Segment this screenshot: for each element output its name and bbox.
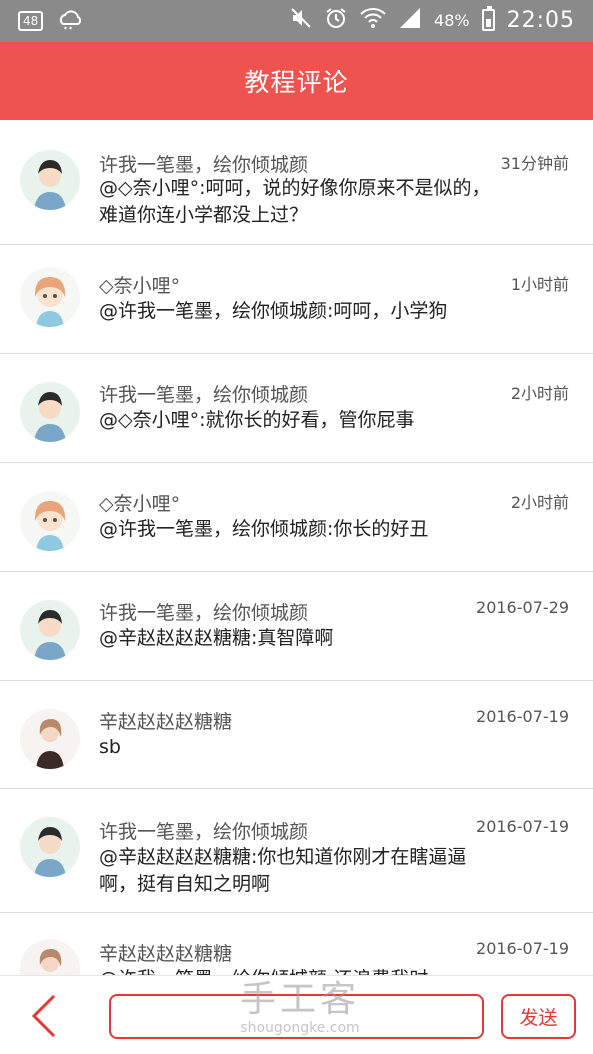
- battery-percent: 48%: [434, 10, 470, 30]
- comment-item[interactable]: 许我一笔墨，绘你倾城颜 2016-07-29 @辛赵赵赵赵糖糖:真智障啊: [0, 572, 593, 681]
- mute-icon: [290, 7, 312, 33]
- send-button[interactable]: 发送: [501, 994, 576, 1039]
- battery-icon: [481, 6, 495, 31]
- comment-footer: 发送: [0, 975, 593, 1054]
- comment-author[interactable]: 辛赵赵赵赵糖糖: [99, 939, 232, 966]
- comment-time: 2小时前: [510, 493, 569, 512]
- comment-text: sb: [99, 736, 121, 758]
- user-avatar[interactable]: [20, 150, 80, 210]
- comment-list[interactable]: 许我一笔墨，绘你倾城颜 31分钟前 @◇奈小哩°:呵呵，说的好像你原来不是似的，…: [0, 120, 593, 975]
- comment-item[interactable]: 辛赵赵赵赵糖糖 2016-07-19 @许我一笔墨，绘你倾城颜:还浪费我时: [0, 913, 593, 975]
- comment-author[interactable]: 许我一笔墨，绘你倾城颜: [99, 150, 308, 177]
- comment-time: 2016-07-19: [476, 707, 569, 726]
- status-time: 22:05: [506, 7, 575, 33]
- page-title: 教程评论: [244, 68, 349, 97]
- user-avatar[interactable]: [20, 817, 80, 877]
- comment-time: 2小时前: [510, 384, 569, 403]
- user-avatar[interactable]: [20, 939, 80, 975]
- comment-text: @辛赵赵赵赵糖糖:真智障啊: [99, 627, 334, 649]
- comment-time: 1小时前: [510, 275, 569, 294]
- user-avatar[interactable]: [20, 491, 80, 551]
- comment-text: @◇奈小哩°:呵呵，说的好像你原来不是似的，难道你连小学都没上过？: [99, 177, 491, 226]
- comment-time: 2016-07-19: [476, 939, 569, 958]
- user-avatar[interactable]: [20, 382, 80, 442]
- comment-author[interactable]: 许我一笔墨，绘你倾城颜: [99, 598, 308, 625]
- user-avatar[interactable]: [20, 267, 80, 327]
- status-bar: 48 48% 22:05: [0, 0, 593, 42]
- wifi-icon: [360, 7, 386, 33]
- comment-item[interactable]: 辛赵赵赵赵糖糖 2016-07-19 sb: [0, 681, 593, 789]
- comment-text: @许我一笔墨，绘你倾城颜:你长的好丑: [99, 518, 429, 540]
- app-header: 教程评论: [0, 42, 593, 120]
- comment-item[interactable]: 许我一笔墨，绘你倾城颜 2016-07-19 @辛赵赵赵赵糖糖:你也知道你刚才在…: [0, 789, 593, 913]
- comment-text: @许我一笔墨，绘你倾城颜:还浪费我时: [99, 966, 499, 975]
- comment-author[interactable]: 辛赵赵赵赵糖糖: [99, 707, 232, 734]
- comment-time: 2016-07-19: [476, 817, 569, 836]
- user-avatar[interactable]: [20, 600, 80, 660]
- signal-icon: [398, 7, 422, 33]
- comment-item[interactable]: ◇奈小哩° 2小时前 @许我一笔墨，绘你倾城颜:你长的好丑: [0, 463, 593, 572]
- comment-author[interactable]: 许我一笔墨，绘你倾城颜: [99, 817, 308, 844]
- alarm-icon: [324, 6, 348, 34]
- comment-item[interactable]: 许我一笔墨，绘你倾城颜 31分钟前 @◇奈小哩°:呵呵，说的好像你原来不是似的，…: [0, 120, 593, 245]
- comment-author[interactable]: 许我一笔墨，绘你倾城颜: [99, 380, 308, 407]
- comment-item[interactable]: 许我一笔墨，绘你倾城颜 2小时前 @◇奈小哩°:就你长的好看，管你屁事: [0, 354, 593, 463]
- comment-input[interactable]: [109, 994, 484, 1039]
- comment-time: 31分钟前: [500, 154, 569, 173]
- status-right: 48% 22:05: [290, 6, 575, 34]
- comment-author[interactable]: ◇奈小哩°: [99, 271, 180, 298]
- comment-time: 2016-07-29: [476, 598, 569, 617]
- comment-author[interactable]: ◇奈小哩°: [99, 489, 180, 516]
- notification-badge-icon: 48: [18, 11, 44, 31]
- user-avatar[interactable]: [20, 709, 80, 769]
- comment-item[interactable]: ◇奈小哩° 1小时前 @许我一笔墨，绘你倾城颜:呵呵，小学狗: [0, 245, 593, 354]
- comment-text: @◇奈小哩°:就你长的好看，管你屁事: [99, 409, 415, 431]
- weather-icon: [57, 8, 83, 34]
- comment-text: @辛赵赵赵赵糖糖:你也知道你刚才在瞎逼逼啊，挺有自知之明啊: [99, 846, 467, 895]
- comment-text: @许我一笔墨，绘你倾城颜:呵呵，小学狗: [99, 300, 448, 322]
- status-left: 48: [18, 8, 83, 34]
- chevron-left-icon[interactable]: [26, 992, 62, 1040]
